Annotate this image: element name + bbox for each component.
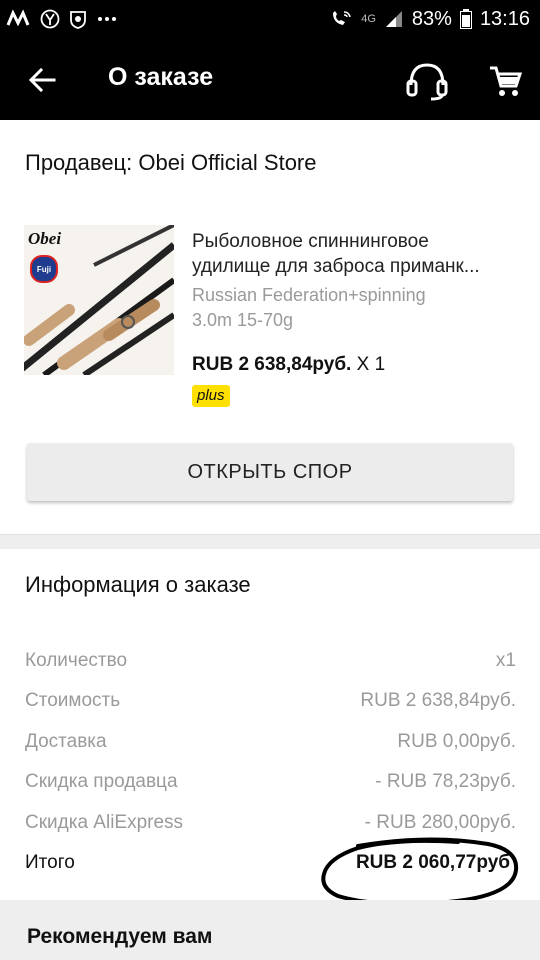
variant-line: 3.0m 15-70g: [192, 310, 294, 330]
info-label: Стоимость: [25, 690, 121, 711]
info-value: RUB 0,00руб.: [397, 731, 516, 752]
battery-icon: [459, 9, 472, 29]
more-dots-icon: [96, 9, 118, 29]
seller-name[interactable]: Продавец: Obei Official Store: [25, 150, 317, 176]
clock: 13:16: [479, 7, 530, 30]
info-label: Итого: [25, 852, 75, 873]
product-title[interactable]: Рыболовное спиннинговое удилище для забр…: [192, 229, 522, 279]
info-label: Скидка продавца: [25, 771, 178, 792]
product-variant: Russian Federation+spinning 3.0m 15-70g: [192, 283, 522, 333]
plus-badge: plus: [192, 385, 230, 407]
cart-button[interactable]: [482, 58, 528, 104]
info-label: Скидка AliExpress: [25, 812, 184, 833]
info-value: - RUB 78,23руб.: [375, 771, 516, 792]
info-row-shipping: Доставка RUB 0,00руб.: [25, 731, 516, 757]
app-notification-icon: [6, 9, 32, 29]
support-button[interactable]: [404, 58, 450, 104]
status-bar-right: 4G 83% 13:16: [329, 8, 530, 31]
order-info-title: Информация о заказе: [25, 572, 251, 597]
headset-icon: [406, 63, 448, 101]
shield-app-icon: [68, 9, 88, 29]
status-bar-left: [6, 9, 118, 29]
section-divider: [0, 534, 540, 549]
price-value: RUB 2 638,84руб.: [192, 354, 352, 375]
arrow-left-icon: [28, 67, 56, 93]
info-label: Количество: [25, 650, 128, 671]
info-value: x1: [495, 650, 516, 671]
info-label: Доставка: [25, 731, 107, 752]
yandex-icon: [40, 9, 60, 29]
back-button[interactable]: [22, 60, 62, 100]
recommend-section: Рекомендуем вам: [0, 900, 540, 960]
info-row-total: Итого RUB 2 060,77руб: [25, 852, 516, 878]
recommend-title: Рекомендуем вам: [27, 925, 213, 948]
network-type-icon: 4G: [361, 13, 376, 25]
app-bar: О заказе: [0, 38, 540, 120]
battery-percent: 83%: [411, 7, 452, 30]
page-title: О заказе: [108, 63, 214, 91]
info-value: RUB 2 638,84руб.: [360, 690, 516, 711]
wifi-call-icon: [329, 9, 353, 29]
variant-line: Russian Federation+spinning: [192, 285, 426, 305]
info-row-aliexpress-discount: Скидка AliExpress - RUB 280,00руб.: [25, 812, 516, 838]
info-value: - RUB 280,00руб.: [364, 812, 516, 833]
info-row-seller-discount: Скидка продавца - RUB 78,23руб.: [25, 771, 516, 797]
brand-logo: Obei: [28, 229, 62, 248]
product-title-line: Рыболовное спиннинговое: [192, 231, 429, 252]
total-value: RUB 2 060,77руб: [355, 852, 510, 873]
cart-icon: [490, 66, 522, 96]
product-price: RUB 2 638,84руб. X 1: [192, 354, 385, 376]
open-dispute-button[interactable]: ОТКРЫТЬ СПОР: [27, 443, 513, 501]
quantity-value: X 1: [356, 354, 386, 375]
info-row-quantity: Количество x1: [25, 650, 516, 676]
info-row-cost: Стоимость RUB 2 638,84руб.: [25, 690, 516, 716]
status-bar: 4G 83% 13:16: [0, 0, 540, 38]
product-image[interactable]: Obei Fuji: [24, 225, 174, 375]
signal-icon: [384, 9, 404, 29]
product-title-line: удилище для заброса приманк...: [192, 256, 480, 277]
fuji-badge: Fuji: [30, 255, 58, 283]
